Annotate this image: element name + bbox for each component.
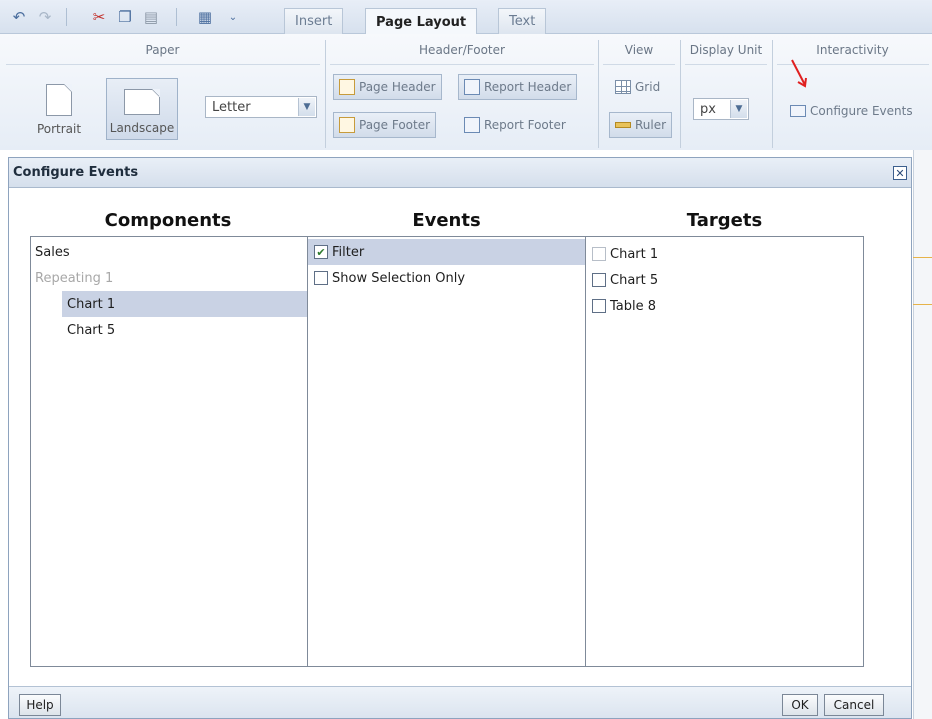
events-list[interactable]: ✔ Filter Show Selection Only (307, 236, 586, 667)
tab-insert[interactable]: Insert (284, 8, 344, 34)
ruler-label: Ruler (635, 118, 667, 132)
toolbar-separator (176, 8, 177, 26)
redo-icon[interactable]: ↷ (34, 6, 56, 28)
tab-page-layout[interactable]: Page Layout (365, 8, 478, 35)
paper-group-title: Paper (145, 43, 180, 57)
list-item[interactable]: ✔ Filter (308, 239, 585, 265)
configure-events-label: Configure Events (810, 104, 913, 118)
page-footer-button[interactable]: Page Footer (333, 112, 437, 138)
group-divider (6, 64, 320, 65)
targets-list[interactable]: Chart 1 Chart 5 Table 8 (585, 236, 864, 667)
report-footer-icon (464, 117, 480, 133)
components-list[interactable]: Sales Repeating 1 Chart 1 Chart 5 (30, 236, 308, 667)
list-item[interactable]: Sales (31, 239, 307, 265)
target-label: Chart 1 (610, 246, 659, 262)
help-button[interactable]: Help (19, 694, 61, 716)
configure-events-dialog: Configure Events ✕ Components Events Tar… (8, 157, 912, 719)
format-icon[interactable]: ▦ (194, 6, 216, 28)
group-divider (330, 64, 594, 65)
quick-access-toolbar: ↶ ↷ ✂ ❐ ▤ ▦ ⌄ Insert Page Layout Text (0, 0, 932, 35)
page-header-button[interactable]: Page Header (333, 74, 442, 100)
list-item: Repeating 1 (31, 265, 307, 291)
dialog-footer: Help OK Cancel (9, 686, 911, 718)
canvas-edge (913, 150, 932, 719)
copy-icon[interactable]: ❐ (114, 6, 136, 28)
canvas-guide-line (913, 257, 932, 258)
annotation-arrow-icon (791, 59, 807, 88)
chart-1-checkbox (592, 247, 606, 261)
page-footer-label: Page Footer (359, 118, 431, 132)
group-divider (603, 64, 675, 65)
interactivity-group-title: Interactivity (816, 43, 889, 57)
cut-icon[interactable]: ✂ (88, 6, 110, 28)
grid-button[interactable]: Grid (609, 74, 666, 100)
ok-button[interactable]: OK (782, 694, 818, 716)
page-footer-icon (339, 117, 355, 133)
landscape-page-icon (124, 89, 160, 115)
cancel-button[interactable]: Cancel (824, 694, 884, 716)
list-item[interactable]: Chart 5 (31, 317, 307, 343)
chart-5-checkbox[interactable] (592, 273, 606, 287)
list-item[interactable]: Chart 1 (62, 291, 307, 317)
portrait-label: Portrait (36, 122, 82, 136)
dialog-title-bar: Configure Events ✕ (9, 158, 911, 188)
report-footer-button[interactable]: Report Footer (458, 112, 572, 138)
show-selection-only-checkbox[interactable] (314, 271, 328, 285)
grid-icon (615, 80, 631, 94)
header-footer-group-title: Header/Footer (419, 43, 505, 57)
configure-events-button[interactable]: Configure Events (784, 98, 914, 124)
group-divider (685, 64, 767, 65)
display-unit-group-title: Display Unit (689, 43, 763, 57)
report-header-label: Report Header (484, 80, 572, 94)
view-group-title: View (624, 43, 654, 57)
paper-size-select[interactable]: Letter ▼ (205, 96, 317, 118)
target-label: Table 8 (610, 298, 657, 314)
landscape-button[interactable]: Landscape (106, 78, 178, 140)
component-label: Sales (35, 244, 70, 260)
toolbar-separator (66, 8, 67, 26)
canvas-guide-line (913, 304, 932, 305)
component-label: Chart 5 (67, 322, 116, 338)
component-label: Chart 1 (67, 296, 116, 312)
list-item[interactable]: Chart 5 (586, 267, 863, 293)
ribbon-toolbar: ↶ ↷ ✂ ❐ ▤ ▦ ⌄ Insert Page Layout Text Pa… (0, 0, 932, 150)
portrait-button[interactable]: Portrait (28, 78, 90, 140)
paper-size-value: Letter (212, 99, 251, 115)
filter-checkbox[interactable]: ✔ (314, 245, 328, 259)
chevron-down-icon[interactable]: ▼ (298, 98, 315, 116)
ruler-icon (615, 122, 631, 128)
ruler-button[interactable]: Ruler (609, 112, 673, 138)
close-icon[interactable]: ✕ (893, 166, 907, 180)
dialog-title: Configure Events (13, 165, 139, 180)
events-header: Events (412, 210, 481, 231)
table-8-checkbox[interactable] (592, 299, 606, 313)
paste-icon[interactable]: ▤ (140, 6, 162, 28)
ribbon-body: Paper Portrait Landscape Letter ▼ Header… (0, 34, 932, 150)
page-header-icon (339, 79, 355, 95)
event-label: Show Selection Only (332, 270, 466, 286)
targets-header: Targets (686, 210, 763, 231)
components-header: Components (104, 210, 232, 231)
event-label: Filter (332, 244, 365, 260)
report-header-button[interactable]: Report Header (458, 74, 578, 100)
report-header-icon (464, 79, 480, 95)
target-label: Chart 5 (610, 272, 659, 288)
chevron-down-icon[interactable]: ▼ (730, 100, 747, 118)
list-item: Chart 1 (586, 241, 863, 267)
dropdown-icon[interactable]: ⌄ (222, 6, 244, 28)
landscape-label: Landscape (109, 121, 175, 135)
configure-events-icon (790, 105, 806, 117)
undo-icon[interactable]: ↶ (8, 6, 30, 28)
page-header-label: Page Header (359, 80, 436, 94)
grid-label: Grid (635, 80, 661, 94)
list-item[interactable]: Show Selection Only (308, 265, 585, 291)
list-item[interactable]: Table 8 (586, 293, 863, 319)
display-unit-value: px (700, 101, 716, 117)
tab-text[interactable]: Text (498, 8, 547, 34)
report-footer-label: Report Footer (484, 118, 566, 132)
component-label: Repeating 1 (35, 270, 114, 286)
display-unit-select[interactable]: px ▼ (693, 98, 749, 120)
portrait-page-icon (46, 84, 72, 116)
